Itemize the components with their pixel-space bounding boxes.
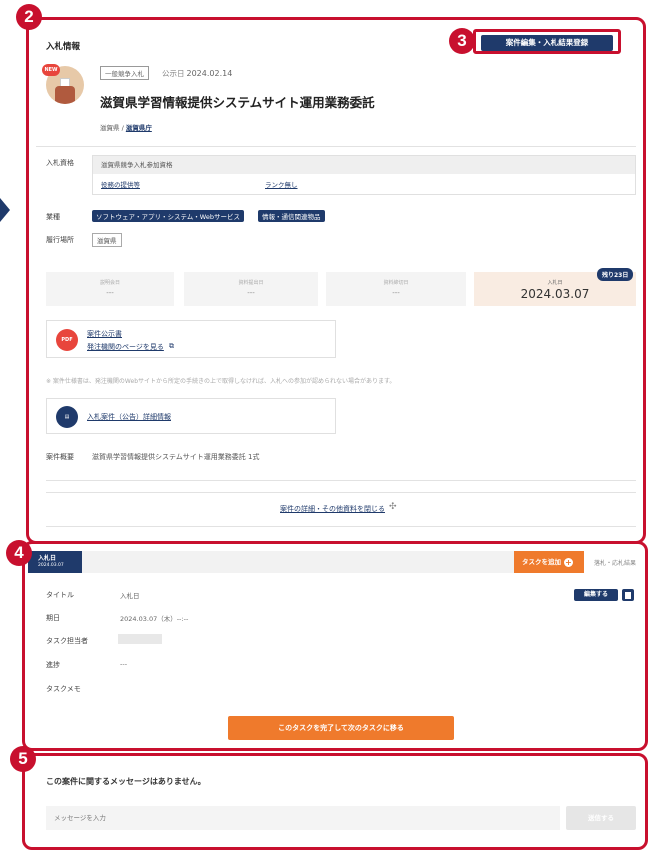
send-button[interactable]: 送信する <box>566 806 636 830</box>
edit-task-button[interactable]: 編集する <box>574 589 618 601</box>
divider <box>36 146 636 147</box>
date-value: --- <box>392 289 400 297</box>
industry-tag-telecom[interactable]: 情報・通信関連物品 <box>258 210 325 222</box>
qualification-link-rank[interactable]: ランク無し <box>265 179 298 189</box>
publish-date: 公示日 2024.02.14 <box>162 68 232 79</box>
assignee-value <box>118 634 162 644</box>
annotation-marker-5: 5 <box>10 746 36 772</box>
divider <box>46 492 636 493</box>
section-title: 入札情報 <box>46 42 81 52</box>
pdf-icon: PDF <box>56 329 78 351</box>
summary-label: 案件概要 <box>46 453 74 461</box>
date-label: 資料提出日 <box>238 280 264 286</box>
plus-icon: + <box>564 558 573 567</box>
add-task-label: タスクを追加 <box>522 558 561 566</box>
add-task-button[interactable]: タスクを追加 + <box>514 551 584 573</box>
detail-doc-box: ▤ 入札案件（公告）詳細情報 <box>46 398 336 434</box>
document-icon: ▤ <box>56 406 78 428</box>
date-value: 2024.03.07 <box>520 287 590 301</box>
complete-task-button[interactable]: このタスクを完了して次のタスクに移る <box>228 716 454 740</box>
task-field-label: 期日 <box>46 614 60 622</box>
industry-label: 業種 <box>46 213 60 221</box>
annotation-marker-4: 4 <box>6 540 32 566</box>
trash-icon[interactable] <box>622 589 634 601</box>
task-field-label: 進捗 <box>46 661 60 669</box>
collapse-arrow-icon[interactable] <box>0 198 10 222</box>
summary-value: 滋賀県学習情報提供システムサイト運用業務委託 1式 <box>92 453 260 461</box>
notice-doc-box: PDF 案件公示書 発注機関のページを見る ⧉ <box>46 320 336 358</box>
annotation-marker-3: 3 <box>449 28 475 54</box>
annotation-frame-5 <box>22 753 648 850</box>
tab-bid-date-task[interactable]: 入札日 2024.03.07 <box>28 551 82 573</box>
no-messages-text: この案件に関するメッセージはありません。 <box>46 777 206 786</box>
date-card-deadline: 資料締切日 --- <box>326 272 466 306</box>
collapse-icon[interactable]: ✣ <box>389 502 397 512</box>
edit-case-button[interactable]: 案件編集・入札結果登録 <box>481 35 613 51</box>
bid-type-tag: 一般競争入札 <box>100 66 149 80</box>
close-details-link[interactable]: 案件の詳細・その他資料を閉じる <box>280 504 385 514</box>
date-value: --- <box>247 289 255 297</box>
task-tab-title: 入札日 <box>38 555 57 562</box>
spec-note: ※ 案件仕様書は、発注機関のWebサイトから所定の手続きの上で取得しなければ、入… <box>46 378 396 385</box>
location-tag: 滋賀県 <box>92 233 122 247</box>
task-field-label: タスクメモ <box>46 685 81 693</box>
task-tab-strip <box>82 551 514 573</box>
external-link-icon[interactable]: ⧉ <box>169 342 174 351</box>
page-title: 滋賀県学習情報提供システムサイト運用業務委託 <box>100 95 375 110</box>
task-field-value: 2024.03.07（木）--:-- <box>120 615 189 623</box>
divider <box>46 526 636 527</box>
location-label: 履行場所 <box>46 236 74 244</box>
agency-page-link[interactable]: 発注機関のページを見る <box>87 342 164 352</box>
date-label: 資料締切日 <box>383 280 409 286</box>
industry-tag-software[interactable]: ソフトウェア・アプリ・システム・Webサービス <box>92 210 244 222</box>
annotation-marker-2: 2 <box>16 4 42 30</box>
tab-award-results[interactable]: 落札・応札結果 <box>594 558 636 567</box>
qualification-head: 滋賀県競争入札参加資格 <box>93 156 635 174</box>
breadcrumb-pref: 滋賀県 <box>100 124 120 132</box>
message-input[interactable] <box>46 806 560 830</box>
date-card-briefing: 説明会日 --- <box>46 272 174 306</box>
remaining-badge: 残り23日 <box>597 268 634 281</box>
date-value: --- <box>106 289 114 297</box>
date-card-submit: 資料提出日 --- <box>184 272 318 306</box>
qualification-box: 滋賀県競争入札参加資格 役務の提供等 ランク無し <box>92 155 636 195</box>
divider <box>46 480 636 481</box>
task-field-label: タイトル <box>46 591 74 599</box>
qualification-label: 入札資格 <box>46 159 74 167</box>
new-badge: NEW <box>42 64 60 76</box>
task-field-value: 入札日 <box>120 592 140 600</box>
detail-info-link[interactable]: 入札案件（公告）詳細情報 <box>87 412 171 422</box>
notice-doc-link[interactable]: 案件公示書 <box>87 329 122 339</box>
task-field-value: --- <box>120 660 128 668</box>
qualification-link-service[interactable]: 役務の提供等 <box>101 179 140 189</box>
breadcrumb: 滋賀県 / 滋賀県庁 <box>100 122 152 132</box>
date-label: 説明会日 <box>99 280 120 286</box>
task-field-label: タスク担当者 <box>46 637 88 645</box>
publish-label: 公示日 <box>162 69 185 78</box>
publish-value: 2024.02.14 <box>186 69 233 78</box>
agency-link[interactable]: 滋賀県庁 <box>126 124 152 132</box>
task-tab-date: 2024.03.07 <box>38 563 64 568</box>
